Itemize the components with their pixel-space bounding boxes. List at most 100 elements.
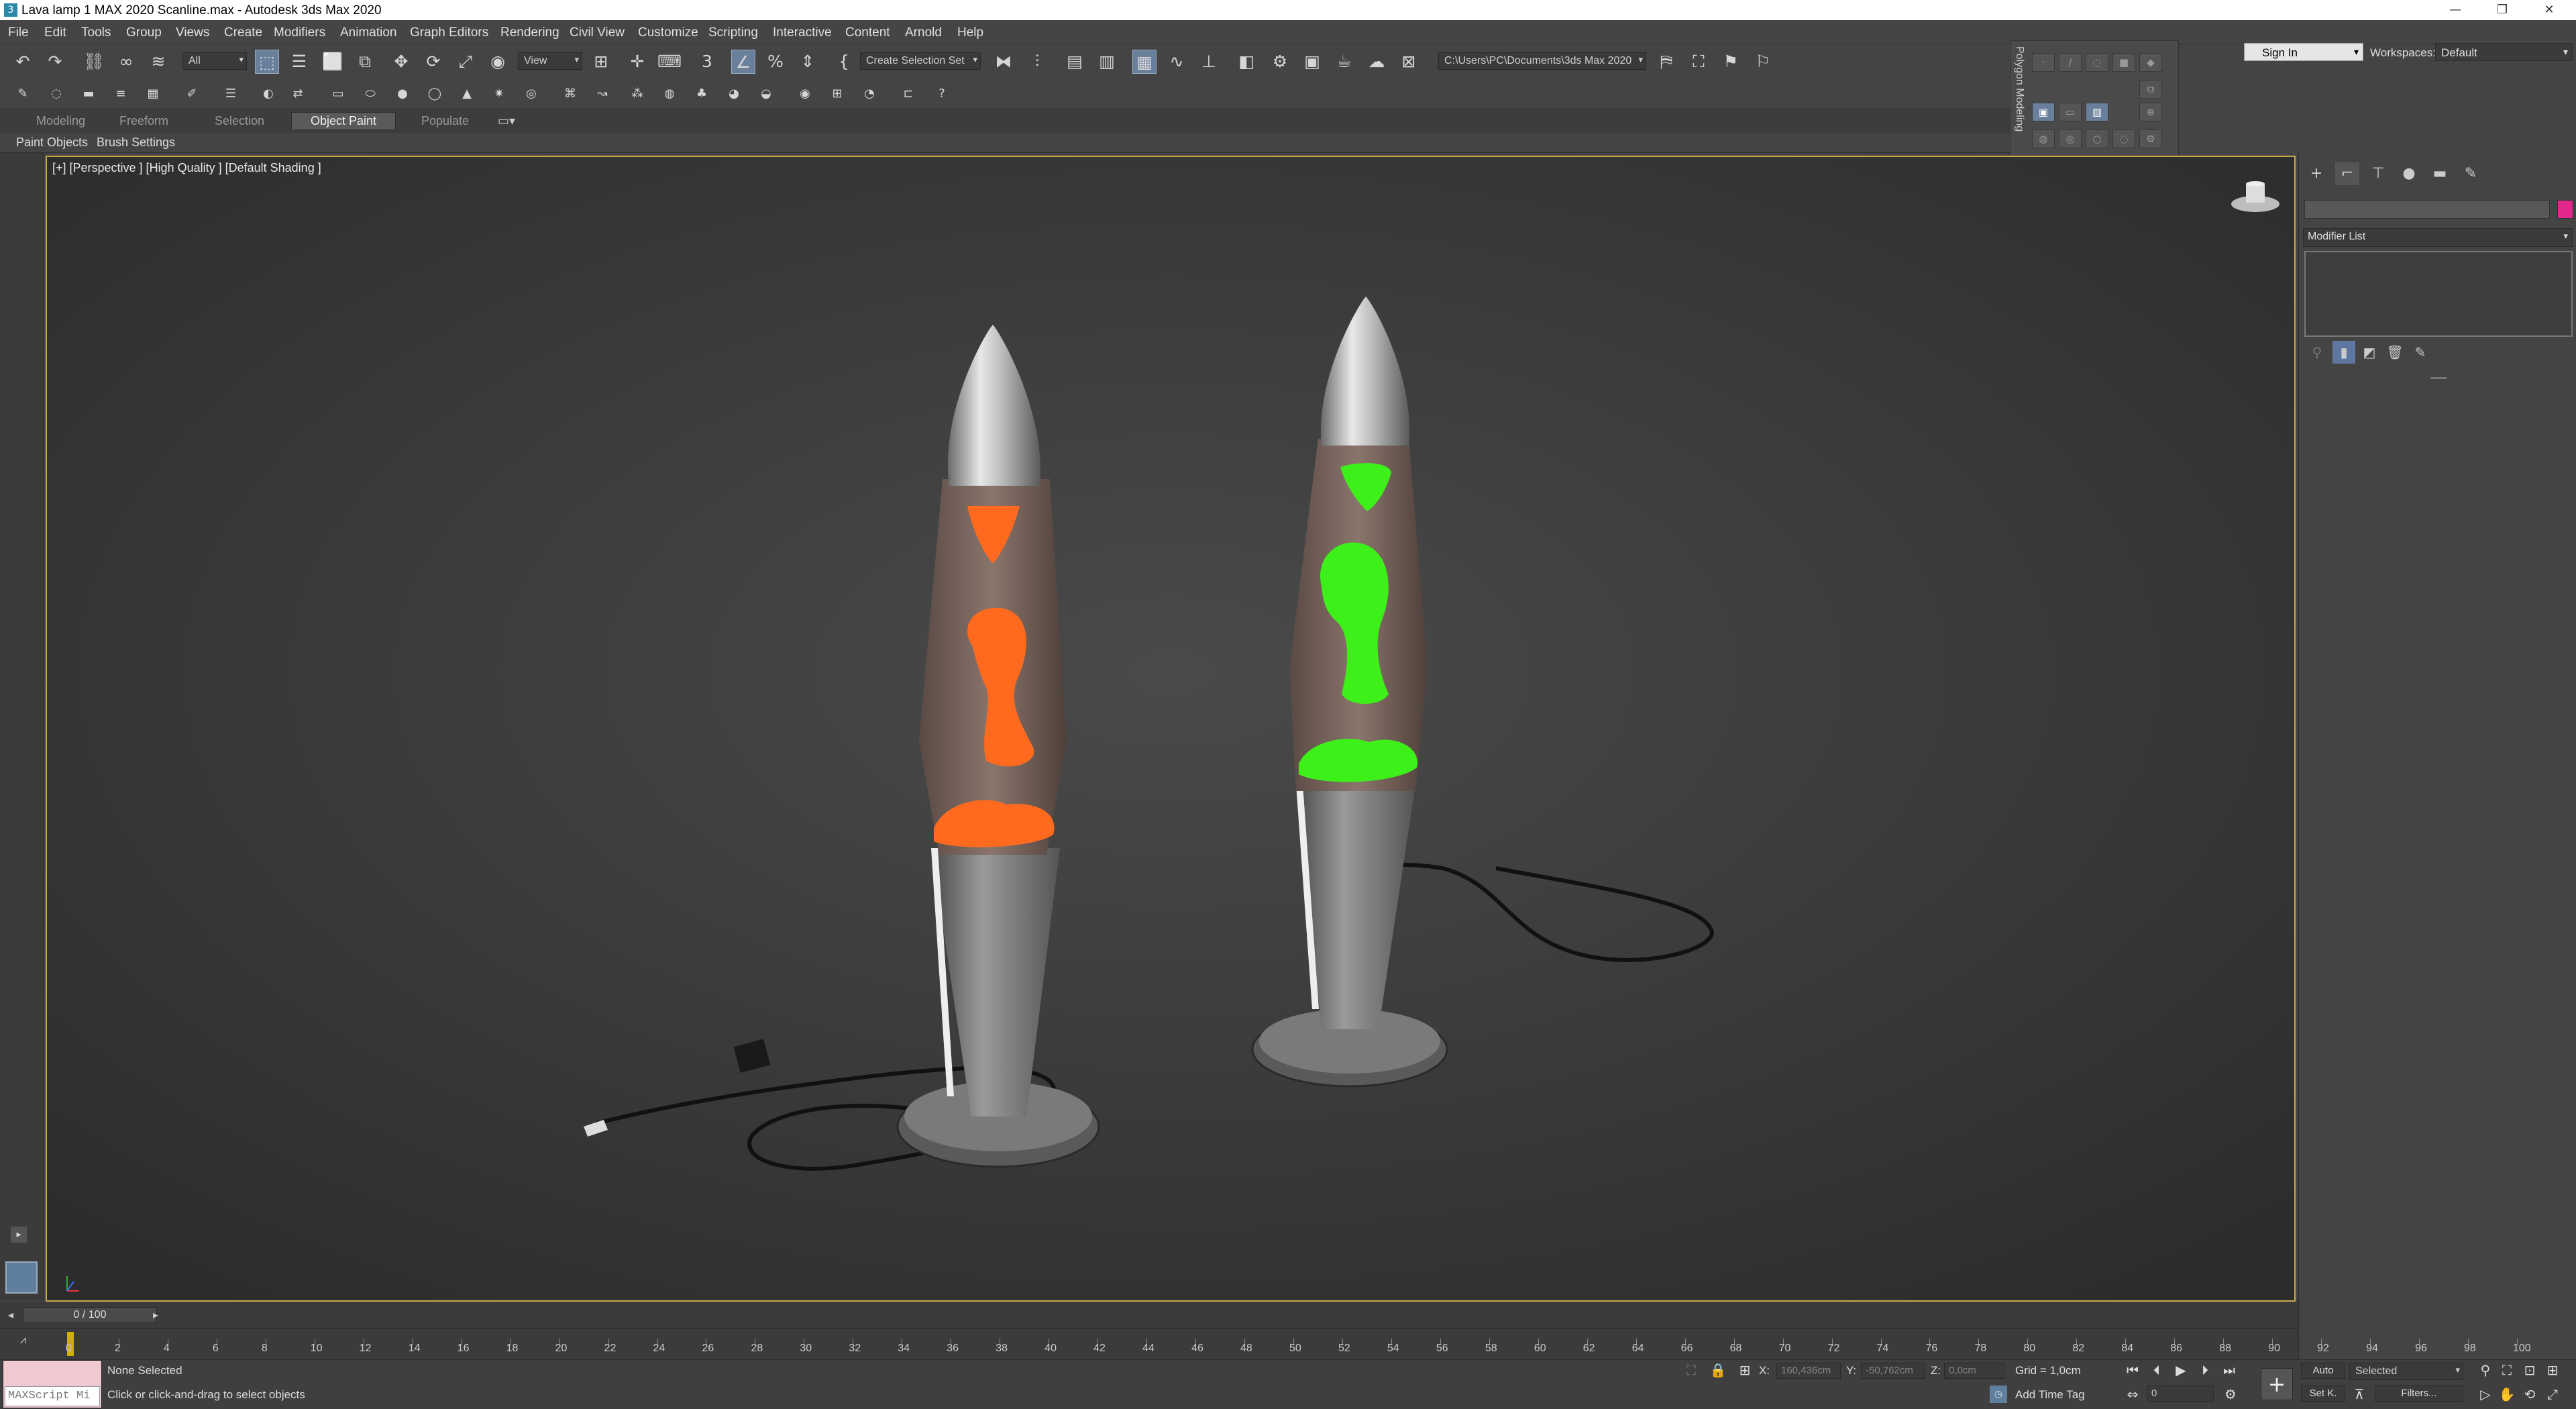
sphere-icon[interactable]: ● — [393, 85, 412, 103]
torus-icon[interactable]: ◯ — [425, 85, 444, 103]
layer-icon[interactable]: ▬ — [79, 85, 98, 103]
current-frame-field[interactable]: 0 — [2147, 1386, 2214, 1402]
render-icon[interactable]: ◔ — [860, 85, 879, 103]
ignore-backfacing-icon[interactable]: ▣ — [2032, 103, 2055, 121]
percent-snap-icon[interactable]: % — [763, 50, 788, 74]
set-key-icon[interactable]: + — [2261, 1368, 2293, 1400]
mirror-icon[interactable]: ⧓ — [991, 50, 1016, 74]
rectangular-selection-icon[interactable]: ⬜ — [321, 50, 345, 74]
menu-file[interactable]: File — [8, 25, 29, 40]
pan-icon[interactable]: ✋ — [2497, 1384, 2517, 1404]
maxscript-listener[interactable]: MAXScript Mi — [3, 1360, 102, 1408]
menu-content[interactable]: Content — [845, 25, 890, 40]
make-unique-icon[interactable]: ◩ — [2358, 341, 2381, 364]
pin-stack-icon[interactable]: ⚲ — [2306, 341, 2328, 364]
brush-settings-panel[interactable]: Brush Settings — [97, 136, 175, 150]
hierarchy-panel-icon[interactable]: ⊤ — [2366, 162, 2390, 185]
maximize-viewport-icon[interactable]: ⤢ — [2542, 1384, 2563, 1404]
settings-icon[interactable]: ⚙ — [2139, 129, 2162, 148]
blob-icon[interactable]: ◕ — [724, 85, 743, 103]
maxscript-input[interactable]: MAXScript Mi — [5, 1386, 100, 1406]
undo-icon[interactable]: ↶ — [11, 50, 35, 74]
show-end-result-icon[interactable]: ▮ — [2332, 341, 2355, 364]
grow-icon[interactable]: ◍ — [2032, 129, 2055, 148]
edit-named-selection-icon[interactable]: { — [832, 50, 856, 74]
spacewarp-icon[interactable]: ↝ — [593, 85, 612, 103]
angle-snap-icon[interactable]: ∠ — [731, 50, 755, 74]
select-object-icon[interactable]: ⬚ — [255, 50, 279, 74]
lock-icon[interactable]: 🔒 — [1708, 1360, 1728, 1380]
tab-selection[interactable]: Selection — [215, 114, 264, 128]
menu-scripting[interactable]: Scripting — [708, 25, 758, 40]
utilities-panel-icon[interactable]: ✎ — [2459, 162, 2483, 185]
cone-icon[interactable]: ▲ — [458, 85, 476, 103]
zoom-icon[interactable]: ⚲ — [2475, 1360, 2496, 1380]
edge-mode-icon[interactable]: / — [2059, 53, 2082, 72]
object-color-swatch[interactable] — [2557, 200, 2573, 219]
window-crossing-icon[interactable]: ⧉ — [353, 50, 377, 74]
tab-object-paint[interactable]: Object Paint — [291, 112, 396, 130]
ring-icon[interactable]: ○ — [2086, 129, 2108, 148]
place-icon[interactable]: ◉ — [486, 50, 510, 74]
menu-customize[interactable]: Customize — [638, 25, 698, 40]
named-selection-dropdown[interactable]: Create Selection Set ▾ — [860, 52, 981, 70]
rendered-frame-window-icon[interactable]: ▣ — [1300, 50, 1324, 74]
select-by-name-icon[interactable]: ☰ — [287, 50, 311, 74]
go-to-start-icon[interactable]: ⏮ — [2123, 1360, 2143, 1380]
menu-group[interactable]: Group — [126, 25, 162, 40]
next-frame-icon[interactable]: ⏵ — [2195, 1360, 2215, 1380]
menu-interactive[interactable]: Interactive — [773, 25, 832, 40]
rotate-icon[interactable]: ⟳ — [421, 50, 445, 74]
cylinder-icon[interactable]: ⬭ — [361, 85, 380, 103]
modifier-stack[interactable] — [2304, 251, 2573, 337]
object-name-field[interactable] — [2304, 200, 2550, 219]
zoom-extents-all-icon[interactable]: ⊞ — [2542, 1360, 2563, 1380]
go-to-end-icon[interactable]: ⏭ — [2219, 1360, 2239, 1380]
minimize-icon[interactable]: — — [2435, 0, 2475, 20]
move-icon[interactable]: ✥ — [389, 50, 413, 74]
restore-icon[interactable]: ❐ — [2482, 0, 2522, 20]
viewport-layout-thumbnail[interactable] — [5, 1261, 38, 1294]
menu-create[interactable]: Create — [224, 25, 262, 40]
paint-objects-panel[interactable]: Paint Objects — [16, 136, 88, 150]
zoom-extents-icon[interactable]: ⊡ — [2520, 1360, 2540, 1380]
workspaces-dropdown[interactable]: Default ▾ — [2435, 43, 2573, 61]
key-tangent-icon[interactable]: ⊼ — [2349, 1384, 2369, 1404]
perspective-viewport[interactable]: [+] [Perspective ] [High Quality ] [Defa… — [46, 156, 2296, 1302]
menu-views[interactable]: Views — [176, 25, 209, 40]
tab-freeform[interactable]: Freeform — [119, 114, 168, 128]
tab-populate[interactable]: Populate — [421, 114, 469, 128]
project-path-dropdown[interactable]: C:\Users\PC\Documents\3ds Max 2020 ▾ — [1438, 52, 1646, 70]
vertex-mode-icon[interactable]: · — [2032, 53, 2055, 72]
filters-button[interactable]: Filters... — [2375, 1386, 2463, 1402]
play-icon[interactable]: ▶ — [2171, 1360, 2191, 1380]
field-of-view-icon[interactable]: ▷ — [2475, 1384, 2496, 1404]
slider-next-icon[interactable]: ▸ — [153, 1308, 158, 1321]
shuffle-icon[interactable]: ⇄ — [288, 85, 307, 103]
paint-icon[interactable]: ✐ — [182, 85, 201, 103]
redo-icon[interactable]: ↷ — [43, 50, 67, 74]
add-time-tag[interactable]: Add Time Tag — [2015, 1388, 2085, 1402]
select-manipulate-icon[interactable]: ✛ — [625, 50, 649, 74]
scene-explorer-icon[interactable]: ▤ — [1063, 50, 1087, 74]
material-ball-icon[interactable]: ◉ — [796, 85, 814, 103]
box-icon[interactable]: ▭ — [329, 85, 347, 103]
select-ring-icon[interactable]: ▭ — [2059, 103, 2082, 121]
border-mode-icon[interactable]: ◌ — [2086, 53, 2108, 72]
grid-icon[interactable]: ▦ — [144, 85, 162, 103]
menu-arnold[interactable]: Arnold — [905, 25, 942, 40]
menu-rendering[interactable]: Rendering — [500, 25, 559, 40]
material-editor-icon[interactable]: ◧ — [1234, 50, 1258, 74]
list-icon[interactable]: ≡ — [111, 85, 130, 103]
isolate-icon[interactable]: ⛶ — [1681, 1360, 1701, 1380]
schematic-view-icon[interactable]: ⊥ — [1197, 50, 1221, 74]
z-coordinate-field[interactable]: 0,0cm — [1944, 1363, 2004, 1379]
helper-icon[interactable]: ⌘ — [561, 85, 580, 103]
selection-filter-dropdown[interactable]: All ▾ — [182, 52, 247, 70]
ribbon-options-icon[interactable]: ▭▾ — [498, 114, 515, 128]
rows-icon[interactable]: ☰ — [221, 85, 240, 103]
leaf-icon[interactable]: ♣ — [692, 85, 711, 103]
remove-modifier-icon[interactable]: 🗑 — [2383, 341, 2406, 364]
project-folder-icon[interactable]: ⛿ — [1654, 50, 1678, 74]
motion-panel-icon[interactable]: ● — [2397, 162, 2421, 185]
